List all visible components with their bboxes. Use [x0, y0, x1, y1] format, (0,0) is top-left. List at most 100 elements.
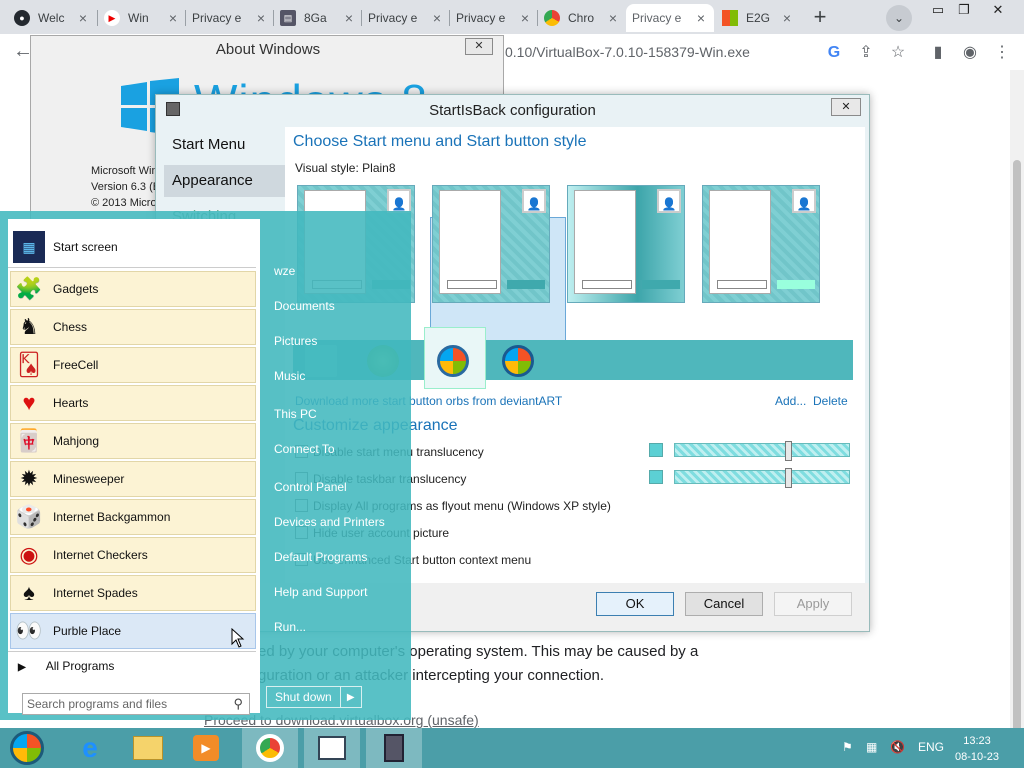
start-orb-button[interactable]: [0, 728, 54, 768]
tab-privacy-2[interactable]: Privacy e ×: [362, 4, 450, 32]
taskbar-translucency-slider[interactable]: [674, 468, 850, 488]
about-close-button[interactable]: ✕: [465, 38, 493, 55]
slider-thumb[interactable]: [785, 441, 792, 461]
sidebar-item-appearance[interactable]: Appearance: [164, 165, 286, 197]
places-user[interactable]: wze: [274, 264, 295, 278]
tab-chrome[interactable]: Chro ×: [538, 4, 626, 32]
sib-close-button[interactable]: ✕: [831, 98, 861, 116]
places-music[interactable]: Music: [274, 369, 305, 383]
places-pictures[interactable]: Pictures: [274, 334, 317, 348]
restore-button[interactable]: ❐: [950, 0, 978, 22]
bookmark-star-icon[interactable]: ☆: [886, 41, 910, 65]
sib-title: StartIsBack configuration: [429, 102, 596, 119]
start-search-input[interactable]: Search programs and files ⚲: [22, 693, 250, 715]
places-default-programs[interactable]: Default Programs: [274, 550, 367, 564]
style-preview-3[interactable]: 👤: [567, 185, 685, 303]
language-indicator[interactable]: ENG: [918, 740, 944, 754]
places-help-support[interactable]: Help and Support: [274, 585, 367, 599]
program-purble-place[interactable]: 👀 Purble Place: [10, 613, 256, 649]
delete-orb-link[interactable]: Delete: [813, 394, 848, 408]
start-orb-icon: [10, 731, 44, 765]
program-gadgets[interactable]: 🧩 Gadgets: [10, 271, 256, 307]
style-preview-4[interactable]: 👤: [702, 185, 820, 303]
ok-button[interactable]: OK: [596, 592, 674, 616]
new-tab-button[interactable]: +: [806, 4, 834, 32]
start-screen-icon: ▦: [13, 231, 45, 263]
chess-icon: ♞: [19, 314, 39, 339]
program-freecell[interactable]: 🂮 FreeCell: [10, 347, 256, 383]
tab-win[interactable]: ▶ Win ×: [98, 4, 186, 32]
program-internet-backgammon[interactable]: 🎲 Internet Backgammon: [10, 499, 256, 535]
scrollbar-thumb[interactable]: [1013, 160, 1021, 735]
about-windows-taskbar-button[interactable]: [304, 728, 360, 768]
volume-muted-icon[interactable]: 🔇: [890, 740, 905, 754]
side-panel-icon[interactable]: ▮: [926, 41, 950, 65]
startisback-taskbar-button[interactable]: [366, 728, 422, 768]
clock[interactable]: 13:23 08-10-23: [955, 733, 999, 765]
program-internet-checkers[interactable]: ◉ Internet Checkers: [10, 537, 256, 573]
close-icon[interactable]: ×: [606, 10, 620, 26]
places-devices-printers[interactable]: Devices and Printers: [274, 515, 385, 529]
all-programs-item[interactable]: ▶ All Programs: [18, 659, 114, 673]
page-scrollbar[interactable]: [1010, 70, 1024, 735]
cancel-button[interactable]: Cancel: [685, 592, 763, 616]
tab-privacy-1[interactable]: Privacy e ×: [186, 4, 274, 32]
sidebar-item-start-menu[interactable]: Start Menu: [164, 129, 286, 161]
close-icon[interactable]: ×: [76, 10, 90, 26]
slider-thumb[interactable]: [785, 468, 792, 488]
close-icon[interactable]: ×: [430, 10, 444, 26]
menu-color-swatch[interactable]: [649, 443, 663, 457]
close-icon[interactable]: ×: [780, 10, 794, 26]
window-close-button[interactable]: ✕: [984, 0, 1012, 22]
close-icon[interactable]: ×: [694, 10, 708, 26]
taskbar-color-swatch[interactable]: [649, 470, 663, 484]
program-minesweeper[interactable]: ✹ Minesweeper: [10, 461, 256, 497]
network-icon[interactable]: ▦: [866, 740, 877, 754]
spades-icon: ♠: [23, 580, 35, 605]
google-icon[interactable]: G: [822, 41, 846, 65]
explorer-taskbar-button[interactable]: [120, 728, 176, 768]
add-orb-link[interactable]: Add...: [775, 394, 806, 408]
close-icon[interactable]: ×: [254, 10, 268, 26]
ie-taskbar-button[interactable]: e: [62, 728, 118, 768]
profile-icon[interactable]: ◉: [958, 41, 982, 65]
shutdown-arrow-icon[interactable]: ▶: [341, 692, 361, 703]
tab-privacy-3[interactable]: Privacy e ×: [450, 4, 538, 32]
tab-8ga[interactable]: ▤ 8Ga ×: [274, 4, 362, 32]
tab-e2g[interactable]: E2G ×: [716, 4, 800, 32]
start-screen-item[interactable]: ▦ Start screen: [10, 229, 256, 265]
search-icon: ⚲: [233, 696, 243, 711]
freecell-icon: 🂮: [17, 352, 41, 377]
close-icon[interactable]: ×: [518, 10, 532, 26]
address-bar[interactable]: 0.10/VirtualBox-7.0.10-158379-Win.exe: [505, 44, 750, 60]
share-icon[interactable]: ⇪: [854, 41, 878, 65]
close-icon[interactable]: ×: [166, 10, 180, 26]
menu-icon[interactable]: ⋮: [990, 41, 1014, 65]
section-heading: Choose Start menu and Start button style: [293, 133, 587, 150]
style-preview-2[interactable]: 👤: [432, 185, 550, 303]
apply-button[interactable]: Apply: [774, 592, 852, 616]
tab-strip: ● Welc × ▶ Win × Privacy e × ▤ 8Ga × Pri…: [0, 0, 1024, 34]
program-internet-spades[interactable]: ♠ Internet Spades: [10, 575, 256, 611]
places-this-pc[interactable]: This PC: [274, 407, 317, 421]
flag-icon[interactable]: ⚑: [842, 740, 853, 754]
program-hearts[interactable]: ♥ Hearts: [10, 385, 256, 421]
program-chess[interactable]: ♞ Chess: [10, 309, 256, 345]
orb-windows7-icon[interactable]: [437, 345, 469, 377]
program-mahjong[interactable]: 🀄 Mahjong: [10, 423, 256, 459]
visual-style-label: Visual style: Plain8: [295, 161, 396, 175]
places-documents[interactable]: Documents: [274, 299, 335, 313]
places-connect-to[interactable]: Connect To: [274, 442, 335, 456]
chrome-taskbar-button[interactable]: [242, 728, 298, 768]
minimize-button[interactable]: ▭: [924, 0, 952, 22]
places-control-panel[interactable]: Control Panel: [274, 480, 347, 494]
places-run[interactable]: Run...: [274, 620, 306, 634]
media-player-taskbar-button[interactable]: ▶: [178, 728, 234, 768]
tab-privacy-active[interactable]: Privacy e ×: [626, 4, 714, 32]
orb-vista-icon[interactable]: [502, 345, 534, 377]
tab-welcome[interactable]: ● Welc ×: [8, 4, 96, 32]
shutdown-button[interactable]: Shut down ▶: [266, 686, 362, 708]
menu-translucency-slider[interactable]: [674, 441, 850, 461]
close-icon[interactable]: ×: [342, 10, 356, 26]
tab-search-button[interactable]: ⌄: [886, 5, 912, 31]
